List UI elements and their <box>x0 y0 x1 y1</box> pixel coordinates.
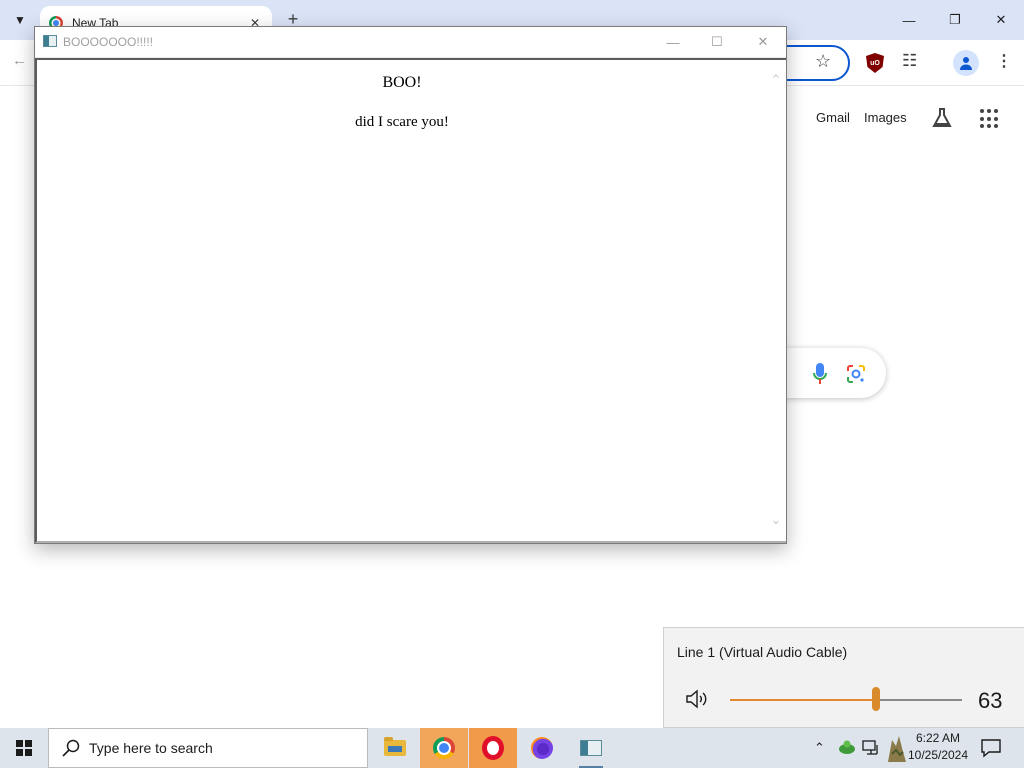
taskbar-boo-app[interactable] <box>567 728 615 768</box>
maximize-button[interactable]: ☐ <box>697 31 737 53</box>
ublock-extension-icon[interactable]: uO <box>866 53 884 73</box>
tray-character-icon[interactable] <box>884 734 908 764</box>
volume-flyout: Line 1 (Virtual Audio Cable) 63 <box>663 627 1024 728</box>
vertical-scrollbar[interactable]: ⌃ ⌄ <box>766 60 786 541</box>
taskbar-file-explorer[interactable] <box>371 728 419 768</box>
taskbar: Type here to search ⌃ 6:22 AM 10/25/2024 <box>0 728 1024 768</box>
minimize-button[interactable]: — <box>653 31 693 53</box>
start-button[interactable] <box>0 728 48 768</box>
notifications-icon[interactable] <box>980 738 1002 758</box>
app-window-icon <box>43 35 57 47</box>
clock-time: 6:22 AM <box>915 731 961 745</box>
volume-slider-thumb[interactable] <box>872 687 881 711</box>
taskbar-opera[interactable] <box>469 728 517 768</box>
extensions-puzzle-icon[interactable]: ☷ <box>902 51 917 71</box>
google-apps-grid-icon[interactable] <box>980 109 1000 129</box>
labs-flask-icon[interactable] <box>931 107 953 129</box>
images-link[interactable]: Images <box>864 110 907 125</box>
app-window-icon <box>580 740 602 756</box>
bookmark-star-icon[interactable]: ☆ <box>815 51 831 72</box>
search-placeholder: Type here to search <box>89 740 213 756</box>
profile-avatar-icon[interactable] <box>953 50 979 76</box>
chrome-icon <box>433 737 455 759</box>
restore-button[interactable]: ❐ <box>940 6 970 34</box>
scroll-down-icon[interactable]: ⌄ <box>768 512 784 528</box>
close-button[interactable]: ✕ <box>743 31 783 53</box>
show-hidden-icons-chevron-icon[interactable]: ⌃ <box>814 740 825 756</box>
speaker-icon[interactable] <box>684 688 710 710</box>
voice-search-mic-icon[interactable] <box>812 362 828 386</box>
boo-heading: BOO! <box>382 74 422 91</box>
window-titlebar[interactable]: BOOOOOOO!!!!! — ☐ ✕ <box>35 27 786 58</box>
tab-search-button[interactable]: ▼ <box>6 7 34 33</box>
tray-app-icon[interactable] <box>838 739 856 755</box>
google-lens-icon[interactable] <box>845 363 867 385</box>
minimize-button[interactable]: — <box>894 6 924 34</box>
close-button[interactable]: ✕ <box>986 6 1016 34</box>
firefox-icon <box>531 737 553 759</box>
windows-logo-icon <box>16 740 32 756</box>
taskbar-chrome[interactable] <box>420 728 468 768</box>
taskbar-firefox[interactable] <box>518 728 566 768</box>
file-explorer-icon <box>384 737 406 756</box>
opera-icon <box>482 736 504 760</box>
chrome-menu-icon[interactable]: ⋮ <box>996 51 1012 71</box>
volume-slider-fill <box>730 699 877 701</box>
window-title: BOOOOOOO!!!!! <box>63 35 154 49</box>
system-clock[interactable]: 6:22 AM 10/25/2024 <box>906 730 970 764</box>
boo-message: did I scare you! <box>355 114 449 130</box>
chevron-down-icon: ▼ <box>14 13 26 27</box>
search-icon <box>62 739 80 757</box>
clock-date: 10/25/2024 <box>907 748 969 762</box>
audio-device-name[interactable]: Line 1 (Virtual Audio Cable) <box>677 644 847 660</box>
network-icon[interactable] <box>862 740 880 756</box>
taskbar-search-box[interactable]: Type here to search <box>48 728 368 768</box>
boo-popup-window: BOOOOOOO!!!!! — ☐ ✕ BOO! did I scare you… <box>34 26 787 544</box>
volume-value: 63 <box>978 688 1003 713</box>
back-arrow-icon[interactable]: ← <box>12 52 27 69</box>
window-content: BOO! did I scare you! ⌃ ⌄ <box>35 58 786 543</box>
gmail-link[interactable]: Gmail <box>816 110 850 125</box>
volume-slider[interactable] <box>730 687 962 711</box>
scroll-up-icon[interactable]: ⌃ <box>768 72 784 88</box>
